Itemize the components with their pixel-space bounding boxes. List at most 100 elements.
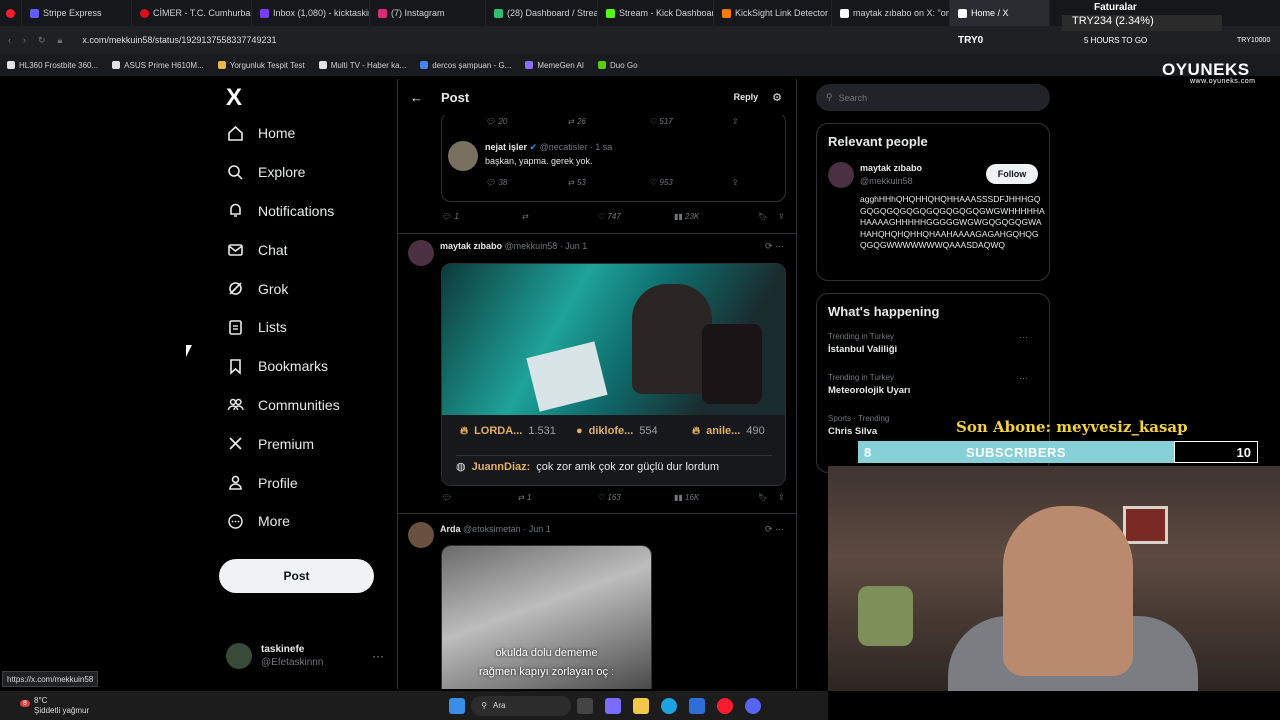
tab[interactable]: CİMER - T.C. Cumhurbaşk [132, 0, 252, 26]
edge-icon[interactable] [661, 697, 678, 714]
tab-label: (28) Dashboard / Streamla [507, 8, 597, 18]
entry-value: 554 [639, 425, 658, 437]
share-icon[interactable]: ⇪ [732, 117, 796, 126]
bookmark-icon [318, 61, 327, 69]
reload-icon[interactable]: ↻ [38, 35, 46, 46]
count: 16K [685, 493, 700, 502]
nav-chat[interactable]: Chat [218, 230, 388, 269]
reply-button[interactable]: 💬︎ 1 [442, 212, 522, 221]
grok-more-icon[interactable]: ⟳ ··· [765, 524, 784, 535]
nav-grok[interactable]: Grok [218, 269, 388, 308]
store-icon[interactable] [689, 697, 706, 714]
bookmark-icon[interactable]: 🔖︎ [758, 212, 778, 221]
count: 1 [454, 212, 459, 221]
tab[interactable]: Stripe Express [22, 0, 132, 26]
taskbar-search[interactable]: ⚲ Ara [471, 695, 572, 716]
repost-count[interactable]: ⇄ 53 [568, 178, 650, 187]
grok-icon [227, 280, 244, 297]
search-input[interactable]: ⚲ Search [816, 84, 1050, 111]
person-row[interactable]: maytak zıbabo @mekkuin58 Follow [828, 162, 1038, 188]
repost-count[interactable]: ⇄ 26 [568, 117, 650, 126]
follow-button[interactable]: Follow [986, 164, 1038, 184]
views-count[interactable]: ▮▮ 23K [674, 212, 758, 221]
post-button[interactable]: Post [219, 559, 374, 593]
reply-button[interactable]: 💬︎ [442, 493, 518, 502]
nav-premium[interactable]: Premium [218, 424, 388, 463]
nav-explore[interactable]: Explore [218, 153, 388, 192]
bookmark-icon [227, 358, 244, 375]
copilot-icon[interactable] [605, 697, 622, 714]
nav-bookmarks[interactable]: Bookmarks [218, 347, 388, 386]
bookmark-item[interactable]: Yorgunluk Tespit Test [211, 61, 312, 70]
back-icon[interactable]: ‹ [8, 35, 11, 46]
trend-title: Meteorolojik Uyarı [828, 385, 911, 396]
reply-count[interactable]: 💬︎ 38 [486, 178, 568, 187]
search-label: Ara [493, 701, 506, 710]
account-switcher[interactable]: taskinefe @Efetaskinnn ··· [226, 643, 384, 669]
task-view-icon[interactable] [577, 697, 594, 714]
tab[interactable]: Stream - Kick Dashboard [598, 0, 714, 26]
nav-communities[interactable]: Communities [218, 386, 388, 425]
bookmark-label: dercos şampuan - G... [432, 60, 512, 70]
nav-notifications[interactable]: Notifications [218, 192, 388, 231]
bookmark-item[interactable]: HL360 Frostbite 360... [0, 61, 105, 70]
user-icon [227, 474, 244, 491]
post[interactable]: Arda @etoksimetan · Jun 1 ⟳ ··· okulda d… [398, 513, 796, 689]
views-count[interactable]: ▮▮ 16K [674, 493, 758, 502]
reply-count[interactable]: 💬︎ 20 [486, 117, 568, 126]
file-explorer-icon[interactable] [633, 697, 650, 714]
bookmark-item[interactable]: dercos şampuan - G... [413, 61, 518, 70]
repost-button[interactable]: ⇄ [522, 212, 598, 221]
like-count[interactable]: ♡ 517 [650, 117, 732, 126]
quoted-post[interactable]: 💬︎ 20 ⇄ 26 ♡ 517 ⇪ nejat işler ✔ @necati… [441, 112, 786, 202]
like-button[interactable]: ♡ 163 [598, 493, 674, 502]
share-icon[interactable]: ⇪ [778, 493, 785, 502]
trend-item[interactable]: Trending in Turkey Meteorolojik Uyarı ··· [828, 373, 1038, 401]
trend-meta: Trending in Turkey [828, 373, 894, 382]
nav-home[interactable]: Home [218, 114, 388, 153]
more-dots-icon[interactable]: ··· [1019, 332, 1028, 342]
count: 20 [498, 117, 508, 126]
reply-button[interactable]: Reply [734, 92, 759, 102]
grok-more-icon[interactable]: ⟳ ··· [765, 241, 784, 252]
share-icon[interactable]: ⇪ [778, 212, 785, 221]
more-dots-icon[interactable]: ··· [372, 649, 384, 663]
nav-lists[interactable]: Lists [218, 308, 388, 347]
opera-icon[interactable] [717, 697, 734, 714]
windows-start-icon[interactable] [449, 697, 466, 714]
bookmark-item[interactable]: Multi TV - Haber ka... [312, 61, 413, 70]
entry-value: 490 [746, 425, 765, 437]
bookmark-item[interactable]: MemeGen AI [518, 61, 591, 70]
more-dots-icon[interactable]: ··· [1019, 373, 1028, 383]
share-icon[interactable]: ⇪ [732, 178, 796, 187]
back-arrow-icon[interactable]: ← [410, 90, 423, 105]
nav-profile[interactable]: Profile [218, 463, 388, 502]
post-video[interactable]: okulda dolu dememe rağmen kapıyı zorlayan… [441, 545, 652, 689]
tab[interactable]: (28) Dashboard / Streamla [486, 0, 598, 26]
discord-icon[interactable] [745, 697, 762, 714]
x-logo-icon[interactable]: X [226, 84, 388, 114]
sliders-icon[interactable]: ⚙︎ [772, 91, 782, 104]
caption-line: rağmen kapıyı zorlayan oç : [478, 666, 615, 678]
post[interactable]: maytak zıbabo @mekkuin58 · Jun 1 ⟳ ··· 🔥… [398, 233, 796, 513]
tab[interactable]: (7) Instagram [370, 0, 486, 26]
post-media[interactable]: 🔥︎ LORDA... 1.531 ● diklofe... 554 🔥︎ anile..… [441, 263, 786, 486]
like-button[interactable]: ♡ 747 [598, 212, 674, 221]
status-url: https://x.com/mekkuin58 [2, 671, 99, 687]
bookmark-icon[interactable]: 🔖︎ [758, 493, 778, 502]
opera-menu-icon[interactable] [0, 0, 22, 26]
tab[interactable]: maytak zıbabo on X: "onc [832, 0, 950, 26]
bookmark-item[interactable]: ASUS Prime H610M... [105, 61, 211, 70]
trend-item[interactable]: Trending in Turkey İstanbul Valiliği ··· [828, 332, 1038, 360]
tab[interactable]: KickSight Link Detector [714, 0, 832, 26]
bookmark-item[interactable]: Duo Go [591, 61, 645, 70]
like-count[interactable]: ♡ 953 [650, 178, 732, 187]
repost-button[interactable]: ⇄ 1 [518, 493, 598, 502]
weather-widget[interactable]: 8°C Şiddetli yağmur [34, 696, 89, 716]
nav-more[interactable]: More [218, 502, 388, 541]
person-name: maytak zıbabo [860, 163, 923, 173]
tab[interactable]: Inbox (1,080) - kicktaskin [252, 0, 370, 26]
tab-active[interactable]: Home / X [950, 0, 1050, 26]
url-field[interactable]: x.com/mekkuin58/status/19291375583377492… [82, 35, 276, 45]
forward-icon[interactable]: › [23, 35, 26, 46]
